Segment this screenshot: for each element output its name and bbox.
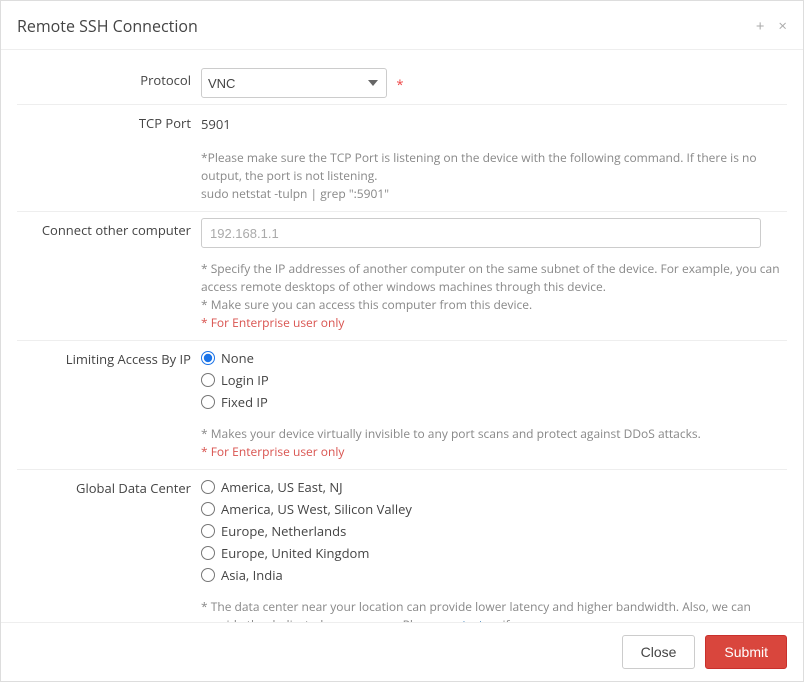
label-limit-ip: Limiting Access By IP <box>17 341 201 376</box>
tcp-port-value: 5901 <box>201 111 787 137</box>
row-tcp-port: TCP Port 5901 <box>17 105 787 143</box>
cell-global-dc-help: * The data center near your location can… <box>201 592 787 622</box>
limit-ip-help-1: * Makes your device virtually invisible … <box>201 425 787 443</box>
limit-ip-help-ent: * For Enterprise user only <box>201 443 787 461</box>
global-dc-option-us-east[interactable]: America, US East, NJ <box>201 478 787 496</box>
limit-ip-radio-none[interactable] <box>201 351 215 365</box>
tcp-port-help-2: sudo netstat -tulpn | grep ":5901" <box>201 185 787 203</box>
row-global-dc: Global Data Center America, US East, NJ … <box>17 470 787 592</box>
limit-ip-label-none: None <box>221 349 254 367</box>
modal-remote-ssh: Remote SSH Connection + × Protocol VNC *… <box>0 0 804 682</box>
limit-ip-radio-login[interactable] <box>201 373 215 387</box>
limit-ip-radio-fixed[interactable] <box>201 395 215 409</box>
global-dc-radio-us-west[interactable] <box>201 502 215 516</box>
global-dc-radio-eu-nl[interactable] <box>201 524 215 538</box>
label-tcp-port: TCP Port <box>17 105 201 140</box>
global-dc-label-us-west: America, US West, Silicon Valley <box>221 500 412 518</box>
row-protocol: Protocol VNC * <box>17 62 787 105</box>
protocol-select[interactable]: VNC <box>201 68 387 98</box>
modal-body: Protocol VNC * TCP Port 5901 *Please mak… <box>1 50 803 622</box>
cell-limit-ip: None Login IP Fixed IP <box>201 341 787 419</box>
limit-ip-label-login: Login IP <box>221 371 269 389</box>
label-other-computer: Connect other computer <box>17 212 201 247</box>
global-dc-option-asia-in[interactable]: Asia, India <box>201 566 787 584</box>
limit-ip-option-login[interactable]: Login IP <box>201 371 787 389</box>
global-dc-option-us-west[interactable]: America, US West, Silicon Valley <box>201 500 787 518</box>
tcp-port-help-1: *Please make sure the TCP Port is listen… <box>201 149 787 185</box>
cell-other-computer <box>201 212 787 254</box>
other-computer-help-ent: * For Enterprise user only <box>201 314 787 332</box>
row-other-computer: Connect other computer <box>17 212 787 254</box>
global-dc-help-1: * The data center near your location can… <box>201 598 787 622</box>
limit-ip-option-none[interactable]: None <box>201 349 787 367</box>
other-computer-help-2: * Make sure you can access this computer… <box>201 296 787 314</box>
cell-tcp-port-help: *Please make sure the TCP Port is listen… <box>201 143 787 211</box>
close-button[interactable]: Close <box>622 635 696 669</box>
global-dc-radio-eu-uk[interactable] <box>201 546 215 560</box>
global-dc-radio-us-east[interactable] <box>201 480 215 494</box>
row-global-dc-help: * The data center near your location can… <box>17 592 787 622</box>
global-dc-label-eu-uk: Europe, United Kingdom <box>221 544 369 562</box>
cell-protocol: VNC * <box>201 62 787 104</box>
cell-tcp-port: 5901 <box>201 105 787 143</box>
label-global-dc: Global Data Center <box>17 470 201 505</box>
global-dc-label-us-east: America, US East, NJ <box>221 478 343 496</box>
global-dc-radio-asia-in[interactable] <box>201 568 215 582</box>
modal-footer: Close Submit <box>1 622 803 681</box>
global-dc-option-eu-uk[interactable]: Europe, United Kingdom <box>201 544 787 562</box>
global-dc-label-eu-nl: Europe, Netherlands <box>221 522 346 540</box>
limit-ip-radio-list: None Login IP Fixed IP <box>201 347 787 413</box>
close-icon[interactable]: × <box>778 19 787 34</box>
required-marker: * <box>396 75 403 93</box>
modal-header: Remote SSH Connection + × <box>1 1 803 50</box>
plus-icon[interactable]: + <box>756 19 765 34</box>
limit-ip-option-fixed[interactable]: Fixed IP <box>201 393 787 411</box>
other-computer-input[interactable] <box>201 218 761 248</box>
global-dc-option-eu-nl[interactable]: Europe, Netherlands <box>201 522 787 540</box>
row-limit-ip-help: * Makes your device virtually invisible … <box>17 419 787 470</box>
cell-limit-ip-help: * Makes your device virtually invisible … <box>201 419 787 469</box>
global-dc-radio-list: America, US East, NJ America, US West, S… <box>201 476 787 586</box>
modal-title: Remote SSH Connection <box>17 15 198 37</box>
row-tcp-port-help: *Please make sure the TCP Port is listen… <box>17 143 787 212</box>
cell-other-computer-help: * Specify the IP addresses of another co… <box>201 254 787 340</box>
submit-button[interactable]: Submit <box>705 635 787 669</box>
limit-ip-label-fixed: Fixed IP <box>221 393 268 411</box>
row-other-computer-help: * Specify the IP addresses of another co… <box>17 254 787 341</box>
other-computer-help-1: * Specify the IP addresses of another co… <box>201 260 787 296</box>
cell-global-dc: America, US East, NJ America, US West, S… <box>201 470 787 592</box>
label-protocol: Protocol <box>17 62 201 97</box>
row-limit-ip: Limiting Access By IP None Login IP Fixe… <box>17 341 787 419</box>
global-dc-label-asia-in: Asia, India <box>221 566 283 584</box>
modal-header-icons: + × <box>756 19 787 34</box>
